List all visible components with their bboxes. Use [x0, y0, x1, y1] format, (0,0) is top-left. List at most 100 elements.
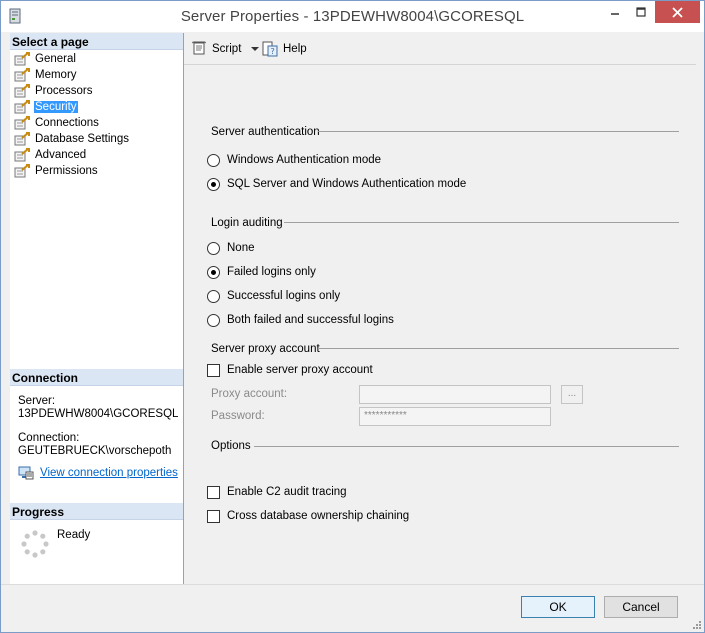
page-item-label: Security [34, 101, 78, 113]
maximize-icon [636, 7, 646, 17]
proxy-account-input[interactable] [359, 385, 551, 404]
server-authentication-title: Server authentication [211, 126, 320, 138]
wrench-page-icon [14, 100, 30, 114]
script-button[interactable]: Script [191, 40, 260, 58]
cross-db-chaining-option[interactable]: Cross database ownership chaining [207, 508, 409, 524]
cross-db-chaining-label: Cross database ownership chaining [227, 510, 410, 522]
page-item-label: Processors [35, 85, 93, 97]
connection-header: Connection [10, 369, 183, 386]
audit-failed-option[interactable]: Failed logins only [207, 264, 316, 280]
dialog-button-bar: OK Cancel [1, 584, 704, 632]
page-item-advanced[interactable]: Advanced [14, 147, 87, 163]
sql-windows-auth-radio-option[interactable]: SQL Server and Windows Authentication mo… [207, 176, 466, 192]
right-pane: Script ? Help Server authentication Wind… [184, 33, 696, 584]
script-label: Script [212, 43, 242, 55]
wrench-page-icon [14, 68, 30, 82]
view-connection-properties-label[interactable]: View connection properties [40, 467, 178, 479]
page-item-database-settings[interactable]: Database Settings [14, 131, 130, 147]
cancel-button[interactable]: Cancel [604, 596, 678, 618]
wrench-page-icon [14, 164, 30, 178]
page-item-permissions[interactable]: Permissions [14, 163, 99, 179]
server-label: Server: [18, 395, 56, 407]
proxy-account-label: Proxy account: [211, 388, 288, 400]
wrench-page-icon [14, 52, 30, 66]
page-item-memory[interactable]: Memory [14, 67, 78, 83]
c2-audit-option[interactable]: Enable C2 audit tracing [207, 484, 347, 500]
chevron-down-icon[interactable] [251, 46, 260, 52]
page-item-label: General [35, 53, 76, 65]
page-item-label: Connections [35, 117, 99, 129]
resize-grip-icon[interactable] [691, 619, 701, 629]
sql-windows-auth-label: SQL Server and Windows Authentication mo… [227, 178, 467, 190]
password-input[interactable]: *********** [359, 407, 551, 426]
left-pane: Select a page General Memory Processors Sec… [10, 33, 184, 584]
options-title: Options [211, 440, 251, 452]
browse-proxy-button[interactable]: ... [561, 385, 583, 404]
server-authentication-divider [318, 131, 679, 132]
audit-successful-radio[interactable] [207, 289, 220, 303]
svg-text:?: ? [271, 47, 275, 56]
wrench-page-icon [14, 116, 30, 130]
sql-windows-auth-radio[interactable] [207, 177, 220, 191]
windows-auth-radio[interactable] [207, 153, 220, 167]
enable-proxy-option[interactable]: Enable server proxy account [207, 362, 373, 378]
select-a-page-header: Select a page [10, 33, 183, 50]
login-auditing-divider [284, 222, 679, 223]
connection-value: GEUTEBRUECK\vorschepoth [18, 445, 172, 457]
minimize-icon [611, 13, 619, 15]
ok-button[interactable]: OK [521, 596, 595, 618]
cross-db-chaining-checkbox[interactable] [207, 509, 220, 523]
c2-audit-label: Enable C2 audit tracing [227, 486, 347, 498]
page-item-general[interactable]: General [14, 51, 77, 67]
maximize-button[interactable] [628, 1, 654, 23]
view-connection-properties-link[interactable]: View connection properties [18, 466, 178, 480]
server-proxy-account-divider [318, 348, 679, 349]
connection-properties-icon [18, 466, 34, 480]
audit-none-label: None [227, 242, 255, 254]
close-button[interactable] [655, 1, 700, 23]
page-item-processors[interactable]: Processors [14, 83, 94, 99]
progress-header: Progress [10, 503, 183, 520]
login-auditing-title: Login auditing [211, 217, 283, 229]
progress-status: Ready [57, 529, 91, 541]
audit-none-radio[interactable] [207, 241, 220, 255]
page-item-label: Permissions [35, 165, 98, 177]
server-properties-window: Server Properties - 13PDEWHW8004\GCORESQ… [0, 0, 705, 633]
windows-auth-radio-option[interactable]: Windows Authentication mode [207, 152, 381, 168]
audit-successful-option[interactable]: Successful logins only [207, 288, 340, 304]
help-button[interactable]: ? Help [261, 40, 307, 58]
audit-none-option[interactable]: None [207, 240, 255, 256]
page-item-label: Memory [35, 69, 77, 81]
windows-auth-label: Windows Authentication mode [227, 154, 382, 166]
page-item-security[interactable]: Security [14, 99, 78, 115]
title-bar: Server Properties - 13PDEWHW8004\GCORESQ… [1, 1, 704, 32]
window-title: Server Properties - 13PDEWHW8004\GCORESQ… [180, 8, 525, 25]
c2-audit-checkbox[interactable] [207, 485, 220, 499]
audit-both-radio[interactable] [207, 313, 220, 327]
script-icon [192, 41, 206, 55]
page-item-label: Database Settings [35, 133, 129, 145]
toolbar: Script ? Help [184, 33, 696, 65]
password-label: Password: [211, 410, 265, 422]
wrench-page-icon [14, 148, 30, 162]
audit-failed-label: Failed logins only [227, 266, 316, 278]
close-icon [672, 6, 683, 18]
minimize-button[interactable] [602, 1, 628, 23]
audit-both-option[interactable]: Both failed and successful logins [207, 312, 394, 328]
enable-proxy-label: Enable server proxy account [227, 364, 373, 376]
server-proxy-account-title: Server proxy account [211, 343, 320, 355]
options-divider [254, 446, 679, 447]
progress-spinner-icon [21, 530, 49, 558]
enable-proxy-checkbox[interactable] [207, 363, 220, 377]
audit-failed-radio[interactable] [207, 265, 220, 279]
help-label: Help [283, 43, 307, 55]
page-item-connections[interactable]: Connections [14, 115, 100, 131]
wrench-page-icon [14, 84, 30, 98]
server-value: 13PDEWHW8004\GCORESQL [18, 408, 179, 420]
page-item-label: Advanced [35, 149, 87, 161]
wrench-page-icon [14, 132, 30, 146]
audit-successful-label: Successful logins only [227, 290, 341, 302]
security-page-content: Server authentication Windows Authentica… [184, 66, 696, 584]
help-icon: ? [262, 41, 278, 57]
audit-both-label: Both failed and successful logins [227, 314, 394, 326]
